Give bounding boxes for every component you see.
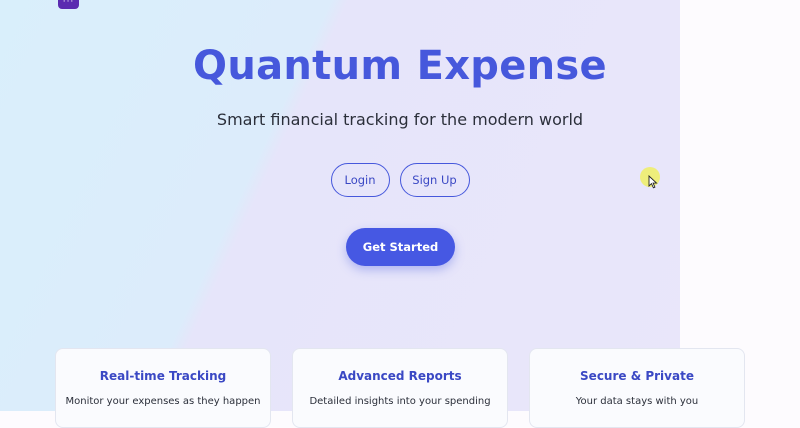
feature-title: Real-time Tracking [99,369,227,383]
page-subtitle: Smart financial tracking for the modern … [216,110,584,129]
badge-glyph: ··· [62,0,75,7]
feature-description: Your data stays with you [575,396,699,407]
feature-description: Monitor your expenses as they happen [65,396,261,407]
sign-up-button[interactable]: Sign Up [399,163,470,197]
feature-title: Secure & Private [580,369,694,383]
page-title: Quantum Expense [193,43,607,89]
login-button[interactable]: Login [330,163,390,197]
feature-cards: Real-time Tracking Monitor your expenses… [0,348,800,428]
feature-card-advanced-reports: Advanced Reports Detailed insights into … [292,348,508,428]
auth-buttons: Login Sign Up [0,163,800,197]
mouse-pointer-icon [648,175,658,189]
get-started-button[interactable]: Get Started [346,228,455,266]
feature-title: Advanced Reports [338,369,462,383]
feature-description: Detailed insights into your spending [309,396,491,407]
more-dots-icon[interactable]: ··· [58,0,79,9]
feature-card-realtime-tracking: Real-time Tracking Monitor your expenses… [55,348,271,428]
feature-card-secure-private: Secure & Private Your data stays with yo… [529,348,745,428]
